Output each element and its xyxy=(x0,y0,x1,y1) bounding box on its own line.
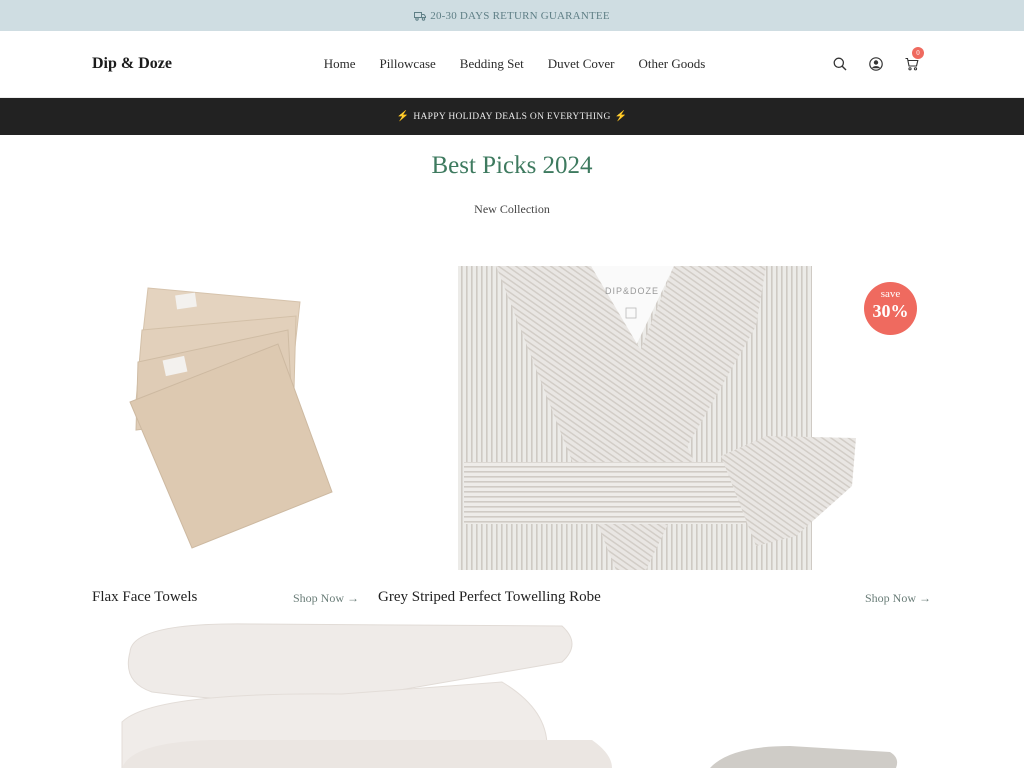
promo-text: HAPPY HOLIDAY DEALS ON EVERYTHING xyxy=(413,111,611,122)
save-badge: save 30% xyxy=(864,282,917,335)
save-badge-label: save xyxy=(880,288,901,300)
site-header: Dip & Doze Home Pillowcase Bedding Set D… xyxy=(0,31,1024,98)
promo-bar: ⚡ HAPPY HOLIDAY DEALS ON EVERYTHING ⚡ xyxy=(0,98,1024,135)
account-icon xyxy=(869,57,883,71)
save-badge-percent: 30% xyxy=(872,301,909,321)
nav-home[interactable]: Home xyxy=(324,56,356,72)
section-title: Best Picks 2024 xyxy=(431,152,593,179)
cart-icon xyxy=(905,57,919,71)
folded-bedding-image xyxy=(710,746,898,768)
nav-other-goods[interactable]: Other Goods xyxy=(639,56,706,72)
account-button[interactable] xyxy=(868,56,884,72)
product-image-face-towels[interactable] xyxy=(92,262,360,568)
shop-now-link[interactable]: Shop Now → xyxy=(865,591,931,606)
cart-button[interactable]: 0 xyxy=(904,47,924,72)
shop-now-link[interactable]: Shop Now → xyxy=(293,591,359,606)
announcement-text: 20-30 DAYS RETURN GUARANTEE xyxy=(430,9,610,22)
lightning-icon: ⚡ xyxy=(396,111,410,122)
nav-pillowcase[interactable]: Pillowcase xyxy=(379,56,435,72)
robe-image: DIP&DOZE xyxy=(458,266,856,570)
search-icon xyxy=(833,57,847,71)
robe-label-text: DIP&DOZE xyxy=(605,286,659,296)
lightning-icon: ⚡ xyxy=(614,111,628,122)
announcement-bar: 20-30 DAYS RETURN GUARANTEE xyxy=(0,0,1024,31)
product-image-robe[interactable]: DIP&DOZE xyxy=(456,266,860,570)
nav-bedding-set[interactable]: Bedding Set xyxy=(460,56,524,72)
header-icons: 0 xyxy=(832,47,924,72)
truck-icon xyxy=(414,11,427,21)
section-subtitle: New Collection xyxy=(474,202,550,216)
towels-image xyxy=(129,287,333,549)
cart-count-badge: 0 xyxy=(912,47,924,59)
product-title[interactable]: Grey Striped Perfect Towelling Robe xyxy=(378,589,601,606)
product-image-pillows[interactable] xyxy=(92,622,632,768)
product-image-folded-bedding[interactable] xyxy=(700,740,900,768)
search-button[interactable] xyxy=(832,56,848,72)
pillows-image xyxy=(121,623,612,768)
product-title[interactable]: Flax Face Towels xyxy=(92,589,197,606)
nav-duvet-cover[interactable]: Duvet Cover xyxy=(548,56,615,72)
